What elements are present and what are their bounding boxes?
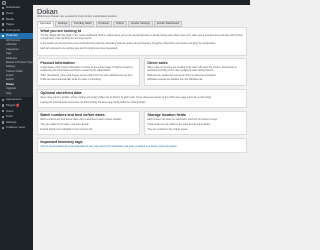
submenu-item-label: Add New (6, 43, 17, 47)
section-heading: Batch numbers and best before dates (40, 113, 105, 118)
appearance-icon (1, 98, 4, 102)
sidebar-item-label: Pages (6, 22, 15, 27)
submenu-item-label: Settings (6, 65, 16, 69)
section-text: Sales made on the store are credited to … (147, 66, 237, 73)
dashboard-icon (1, 6, 4, 9)
sidebar-item-label: Comments (6, 27, 20, 32)
settings-icon (1, 121, 4, 124)
media-icon (1, 17, 4, 21)
section-text: Store name, banner, location, phone numb… (40, 97, 212, 100)
tools-icon (1, 115, 4, 118)
submenu-item[interactable]: Help (0, 92, 33, 96)
sidebar-item-label: Collapse menu (6, 125, 26, 130)
admin-sidebar: Dashboard Posts Media Pages Comments Pro… (0, 5, 34, 250)
sidebar-item-collapse[interactable]: Collapse menu (0, 125, 33, 131)
wordpress-logo-icon[interactable] (2, 0, 6, 5)
sidebar-item-label: Posts (6, 10, 14, 15)
section-text: These fields are only visible to the sel… (147, 124, 211, 127)
collapse-icon (1, 126, 4, 130)
section-heading: What you are looking at (40, 28, 81, 33)
section-text: Each product can store the warehouse, sh… (147, 119, 218, 122)
optional-storefront-panel: Optional storefront data Store name, ban… (37, 88, 247, 109)
section-heading: Optional storefront data (40, 90, 82, 95)
section-text: Each tab represents one settings area an… (40, 47, 118, 50)
section-row: Product information A large share of the… (37, 58, 247, 86)
batch-numbers-panel: Batch numbers and best before dates Batc… (37, 110, 140, 136)
tab-overview[interactable]: Overview (37, 20, 54, 28)
intro-panel: What you are looking at The big change w… (37, 26, 247, 56)
update-count-badge: 3 (16, 104, 20, 107)
storage-location-panel: Storage location fields Each product can… (144, 110, 247, 136)
sidebar-item-label: Settings (6, 119, 17, 124)
submenu-item-label: Export (6, 78, 14, 82)
main-content: Dokan Welcome to Dokan Lite, a powerful … (37, 5, 247, 153)
posts-icon (1, 12, 4, 15)
tab-settings[interactable]: Settings (54, 20, 71, 28)
tab-vendor-dashboard[interactable]: Vendor Dashboard (153, 20, 182, 28)
plugins-icon (1, 104, 4, 107)
submenu-item-label: Help (6, 91, 12, 95)
inventory-tags-panel: Important inventory tags Visit the docum… (37, 137, 247, 153)
sidebar-item-products[interactable]: Products (0, 32, 33, 39)
sidebar-item-label: Appearance (6, 97, 22, 102)
section-text: Batch numbers and best before dates can … (40, 119, 123, 122)
sidebar-item-label: Media (6, 16, 14, 21)
tab-vendor-settings[interactable]: Vendor Settings (128, 20, 153, 28)
section-text: In the details you can find screen-level… (40, 42, 216, 45)
comments-icon (1, 28, 4, 32)
tab-orders[interactable]: Orders (113, 20, 127, 28)
sidebar-item-label: Users (6, 108, 14, 113)
section-text: Leaving the optional fields empty does n… (40, 101, 146, 104)
section-heading: Product information (40, 60, 75, 65)
section-text: Titles, descriptions, prices and images … (40, 74, 133, 77)
section-text: Balances are updated as soon as an order… (147, 74, 217, 77)
section-text: A large share of the product information… (40, 66, 133, 73)
submenu-item-label: Tags (6, 52, 12, 56)
section-text: They are visible to the seller in the or… (40, 124, 90, 127)
section-heading: Direct sales (147, 60, 168, 65)
sidebar-item-label: Dashboard (6, 5, 21, 10)
sidebar-submenu: All Products Add New Categories Tags Att… (0, 38, 34, 98)
section-text: Visit the documentation for a full expla… (40, 146, 178, 149)
sidebar-item-label: Products (6, 33, 18, 38)
tab-pending-sales[interactable]: Pending Sales (71, 20, 95, 28)
sidebar-item-label: Tools (6, 114, 13, 119)
users-icon (1, 109, 4, 113)
direct-sales-panel: Direct sales Sales made on the store are… (144, 58, 247, 86)
section-heading: Storage location fields (147, 113, 186, 118)
sidebar-item-label: Plugins (6, 103, 16, 108)
submenu-item-label: Upgrade (6, 87, 16, 91)
product-information-panel: Product information A large share of the… (37, 58, 140, 86)
page-subtitle: Welcome to Dokan Lite, a powerful multi-… (37, 15, 118, 19)
tab-products[interactable]: Products (95, 20, 112, 28)
section-text: The big change with this plugin is the v… (40, 35, 243, 41)
section-row: Batch numbers and best before dates Batc… (37, 110, 247, 136)
section-text: They are included in the product export. (147, 128, 188, 131)
products-icon (1, 34, 4, 37)
submenu-item-label: Attributes (6, 56, 17, 60)
submenu-item-label: Custom Fields (6, 69, 23, 73)
section-text: Withdraw requests are handled from the W… (147, 79, 203, 82)
page-title: Dokan (37, 6, 58, 16)
submenu-item-label: Categories (6, 47, 19, 51)
pages-icon (1, 23, 4, 26)
section-text: Expired batches are highlighted in the i… (40, 128, 93, 131)
section-heading: Important inventory tags (40, 140, 83, 145)
section-text: Drafts are saved automatically while the… (40, 79, 102, 82)
